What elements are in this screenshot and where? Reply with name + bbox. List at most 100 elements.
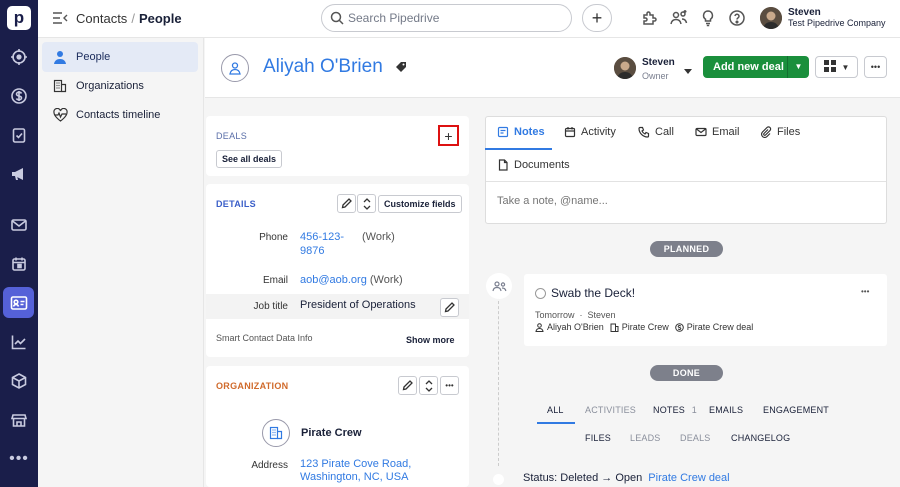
sidebar-item-contacts-timeline[interactable]: Contacts timeline xyxy=(42,100,198,130)
edit-organization-button[interactable] xyxy=(398,376,417,395)
dollar-icon xyxy=(674,322,684,332)
owner-avatar[interactable] xyxy=(614,57,636,79)
building-icon xyxy=(269,426,283,440)
customize-fields-button[interactable]: Customize fields xyxy=(378,195,462,213)
filter-files[interactable]: FILES xyxy=(585,433,611,443)
pencil-icon xyxy=(444,302,455,313)
activity-due: Tomorrow xyxy=(535,310,575,320)
user-avatar[interactable] xyxy=(760,7,782,29)
chevron-down-icon: ▼ xyxy=(841,62,850,72)
email-value[interactable]: aob@aob.org xyxy=(300,274,367,286)
chart-line-icon[interactable] xyxy=(7,330,31,354)
add-new-deal-button[interactable]: Add new deal ▼ xyxy=(703,56,809,78)
reorder-details-button[interactable] xyxy=(357,194,376,213)
people-add-icon[interactable] xyxy=(669,8,689,28)
mail-icon[interactable] xyxy=(7,213,31,237)
pipedrive-logo[interactable]: p xyxy=(7,6,31,30)
breadcrumb-contacts[interactable]: Contacts xyxy=(76,11,127,26)
more-actions-button[interactable]: ••• xyxy=(864,56,887,78)
help-icon[interactable] xyxy=(727,8,747,28)
sidebar-item-label: People xyxy=(76,51,111,63)
owner-name[interactable]: Steven xyxy=(642,57,675,68)
address-line2[interactable]: Washington, NC, USA xyxy=(300,471,408,483)
activity-complete-checkbox[interactable] xyxy=(535,288,546,299)
clipboard-check-icon[interactable] xyxy=(7,123,31,147)
lightbulb-icon[interactable] xyxy=(698,8,718,28)
sidebar-item-label: Contacts timeline xyxy=(76,109,161,121)
note-input[interactable] xyxy=(497,195,877,207)
app-rail: p ••• xyxy=(0,0,38,487)
box-icon[interactable] xyxy=(7,369,31,393)
heart-pulse-icon xyxy=(52,107,68,123)
phone-value-line2[interactable]: 9876 xyxy=(300,245,324,257)
activity-title[interactable]: Swab the Deck! xyxy=(551,286,635,300)
filter-engagement[interactable]: ENGAGEMENT xyxy=(763,405,829,415)
tab-email[interactable]: Email xyxy=(695,126,740,138)
filter-label: NOTES xyxy=(653,405,686,415)
email-value-row: aob@aob.org (Work) xyxy=(300,274,403,286)
composer-divider xyxy=(486,181,886,182)
megaphone-icon[interactable] xyxy=(7,162,31,186)
smart-contact-label: Smart Contact Data Info xyxy=(216,333,313,343)
activity-org-link[interactable]: Pirate Crew xyxy=(622,322,669,332)
tab-call[interactable]: Call xyxy=(638,126,674,138)
show-more-button[interactable]: Show more xyxy=(406,335,455,345)
document-icon xyxy=(498,159,508,171)
filter-emails[interactable]: EMAILS xyxy=(709,405,743,415)
sidebar-item-organizations[interactable]: Organizations xyxy=(42,71,198,101)
more-icon[interactable]: ••• xyxy=(7,447,31,471)
organization-name[interactable]: Pirate Crew xyxy=(301,427,362,439)
changelog-entry: Status: Deleted → Open Pirate Crew deal xyxy=(523,472,730,484)
email-label: Email xyxy=(262,275,288,286)
job-title-label: Job title xyxy=(253,301,288,312)
filter-notes[interactable]: NOTES 1 xyxy=(653,405,697,415)
activity-deal-link[interactable]: Pirate Crew deal xyxy=(687,322,754,332)
chevron-down-icon[interactable]: ▼ xyxy=(787,56,809,78)
contacts-card-icon[interactable] xyxy=(3,287,34,318)
tab-label: Notes xyxy=(514,126,545,138)
meeting-icon xyxy=(491,281,506,292)
quick-add-button[interactable]: + xyxy=(582,4,612,32)
owner-dropdown-icon[interactable] xyxy=(683,64,693,74)
address-line1[interactable]: 123 Pirate Cove Road, xyxy=(300,458,411,470)
reorder-organization-button[interactable] xyxy=(419,376,438,395)
tab-files[interactable]: Files xyxy=(760,126,800,138)
tab-activity[interactable]: Activity xyxy=(564,126,616,138)
target-icon[interactable] xyxy=(7,45,31,69)
edit-details-button[interactable] xyxy=(337,194,356,213)
filter-deals[interactable]: DEALS xyxy=(680,433,711,443)
collapse-sidebar-icon[interactable] xyxy=(52,11,68,25)
calendar-icon[interactable] xyxy=(7,252,31,276)
note-icon xyxy=(497,126,509,138)
filter-all-underline xyxy=(537,422,575,424)
tab-notes[interactable]: Notes xyxy=(497,126,545,138)
person-name[interactable]: Aliyah O'Brien xyxy=(263,56,383,78)
tag-icon[interactable] xyxy=(395,61,407,73)
search-input[interactable] xyxy=(348,11,558,25)
view-switcher-button[interactable]: ▼ xyxy=(815,56,858,78)
pencil-icon xyxy=(341,198,352,209)
changelog-status: Status: Deleted → Open xyxy=(523,472,643,484)
dollar-icon[interactable] xyxy=(7,84,31,108)
filter-all[interactable]: ALL xyxy=(547,405,564,415)
filter-leads[interactable]: LEADS xyxy=(630,433,661,443)
add-deal-button[interactable]: + xyxy=(438,125,459,146)
search-box[interactable] xyxy=(321,4,572,32)
tab-documents[interactable]: Documents xyxy=(497,159,570,171)
filter-activities[interactable]: ACTIVITIES xyxy=(585,405,636,415)
see-all-deals-button[interactable]: See all deals xyxy=(216,150,283,168)
tab-label: Documents xyxy=(514,159,570,171)
changelog-deal-link[interactable]: Pirate Crew deal xyxy=(648,472,729,484)
organization-more-button[interactable]: ••• xyxy=(440,376,459,395)
sidebar-item-people[interactable]: People xyxy=(42,42,198,72)
breadcrumb-people: People xyxy=(138,11,182,26)
timeline-dot xyxy=(493,474,504,485)
store-icon[interactable] xyxy=(7,408,31,432)
edit-job-title-button[interactable] xyxy=(440,298,459,317)
phone-value-line1[interactable]: 456-123- xyxy=(300,231,344,243)
filter-changelog[interactable]: CHANGELOG xyxy=(731,433,790,443)
activity-person-link[interactable]: Aliyah O'Brien xyxy=(547,322,604,332)
puzzle-icon[interactable] xyxy=(639,8,659,28)
activity-more-button[interactable]: ••• xyxy=(861,287,869,296)
timeline-line xyxy=(498,296,499,466)
